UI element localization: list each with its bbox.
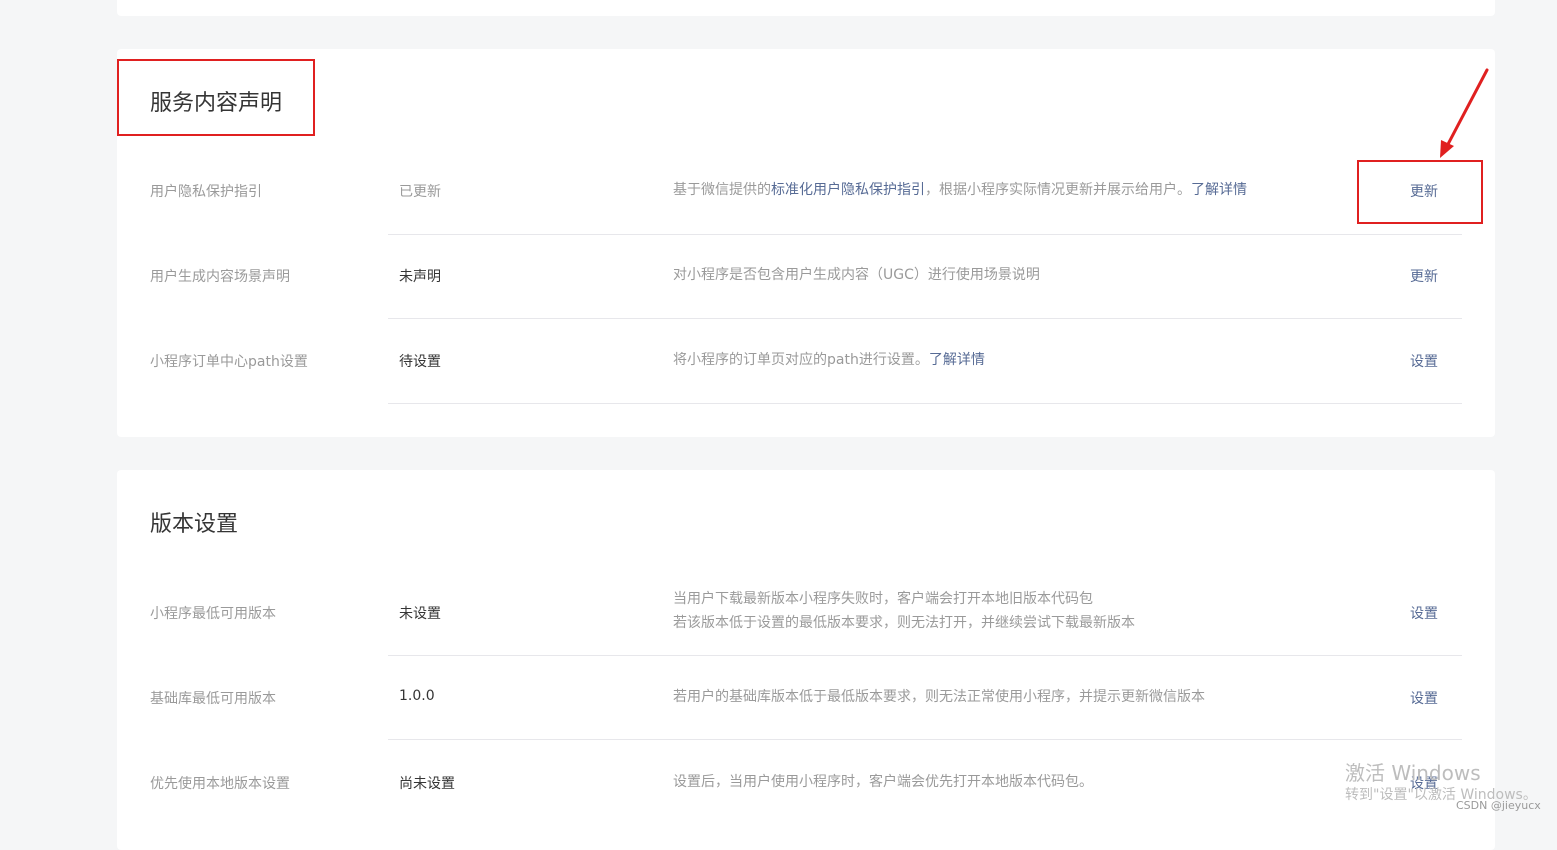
row-description: 当用户下载最新版本小程序失败时，客户端会打开本地旧版本代码包若该版本低于设置的最… [673,587,1135,635]
service-declaration-card: 服务内容声明 用户隐私保护指引 已更新 基于微信提供的标准化用户隐私保护指引，根… [117,49,1495,437]
section-title-version: 版本设置 [150,512,239,537]
set-lib-version-button[interactable]: 设置 [1410,688,1438,708]
row-status: 未声明 [399,269,441,285]
row-status: 未设置 [399,606,441,622]
update-ugc-button[interactable]: 更新 [1410,266,1438,286]
desc-line-2: 若该版本低于设置的最低版本要求，则无法打开，并继续尝试下载最新版本 [673,615,1135,631]
annotation-box-title [117,59,315,136]
set-order-path-button[interactable]: 设置 [1410,351,1438,371]
row-divider [388,403,1462,404]
row-label: 优先使用本地版本设置 [150,776,290,792]
row-status: 尚未设置 [399,776,455,792]
learn-more-link[interactable]: 了解详情 [929,352,985,368]
row-description: 设置后，当用户使用小程序时，客户端会优先打开本地版本代码包。 [673,774,1093,790]
row-label: 小程序订单中心path设置 [150,354,308,370]
row-description: 对小程序是否包含用户生成内容（UGC）进行使用场景说明 [673,267,1040,283]
windows-activation-watermark: 激活 Windows [1345,761,1481,785]
row-label: 用户生成内容场景声明 [150,269,290,285]
row-divider [388,318,1462,319]
row-status: 待设置 [399,354,441,370]
row-label: 基础库最低可用版本 [150,691,276,707]
annotation-arrow-icon [1440,68,1489,158]
previous-card [117,0,1495,16]
row-description: 若用户的基础库版本低于最低版本要求，则无法正常使用小程序，并提示更新微信版本 [673,689,1205,705]
set-min-version-button[interactable]: 设置 [1410,603,1438,623]
row-divider [388,234,1462,235]
row-description: 将小程序的订单页对应的path进行设置。了解详情 [673,348,985,372]
row-description: 基于微信提供的标准化用户隐私保护指引，根据小程序实际情况更新并展示给用户。了解详… [673,178,1247,202]
row-status: 已更新 [399,184,441,200]
csdn-credit: CSDN @jieyucx [1456,799,1541,812]
row-label: 小程序最低可用版本 [150,606,276,622]
row-divider [388,655,1462,656]
standard-privacy-guide-link[interactable]: 标准化用户隐私保护指引 [771,182,925,198]
version-settings-card: 版本设置 小程序最低可用版本 未设置 当用户下载最新版本小程序失败时，客户端会打… [117,470,1495,850]
annotation-box-update [1357,160,1483,224]
row-divider [388,739,1462,740]
desc-text: 基于微信提供的 [673,182,771,198]
desc-text: ，根据小程序实际情况更新并展示给用户。 [925,182,1191,198]
row-status: 1.0.0 [399,688,435,704]
learn-more-link[interactable]: 了解详情 [1191,182,1247,198]
row-label: 用户隐私保护指引 [150,184,262,200]
desc-text: 将小程序的订单页对应的path进行设置。 [673,352,929,368]
desc-line-1: 当用户下载最新版本小程序失败时，客户端会打开本地旧版本代码包 [673,591,1093,607]
